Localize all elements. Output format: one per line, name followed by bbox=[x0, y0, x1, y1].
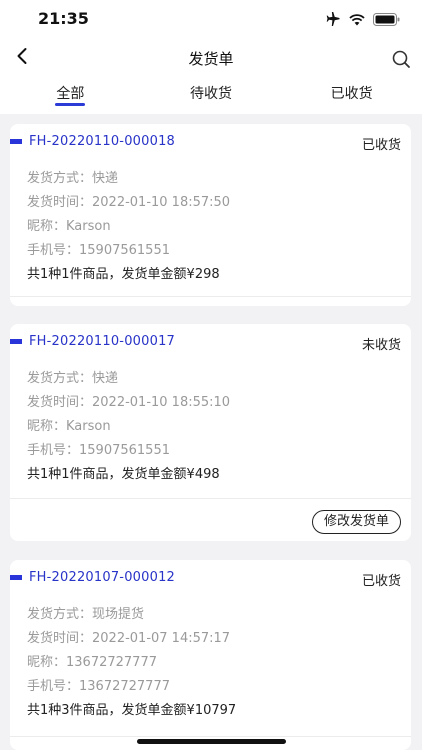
order-status: 未收货 bbox=[361, 338, 401, 353]
nickname: 昵称：Karson bbox=[27, 219, 111, 234]
shipping-method: 发货方式：现场提货 bbox=[27, 607, 145, 622]
order-flag-icon bbox=[10, 339, 22, 344]
shipping-time: 发货时间：2022-01-07 14:57:17 bbox=[27, 631, 231, 646]
card-header: FH-20220110-000017 未收货 bbox=[10, 332, 411, 356]
order-flag-icon bbox=[10, 575, 22, 580]
order-number: FH-20220107-000012 bbox=[29, 570, 176, 585]
tab-received[interactable]: 已收货 bbox=[281, 76, 422, 114]
order-summary: 共1种1件商品，发货单金额¥498 bbox=[27, 467, 220, 482]
order-card[interactable]: FH-20220107-000012 已收货 发货方式：现场提货 发货时间：20… bbox=[10, 560, 411, 750]
status-time: 21:35 bbox=[38, 9, 89, 28]
phone: 手机号：13672727777 bbox=[27, 679, 170, 694]
home-indicator bbox=[137, 739, 286, 744]
order-status: 已收货 bbox=[361, 574, 401, 589]
status-bar: 21:35 bbox=[0, 0, 422, 40]
phone: 手机号：15907561551 bbox=[27, 443, 170, 458]
search-icon bbox=[390, 50, 412, 74]
search-button[interactable] bbox=[390, 48, 412, 70]
shipping-method: 发货方式：快递 bbox=[27, 371, 119, 386]
battery-icon bbox=[373, 11, 400, 30]
airplane-icon bbox=[325, 11, 341, 30]
order-number: FH-20220110-000017 bbox=[29, 334, 176, 349]
divider bbox=[10, 296, 411, 297]
order-card[interactable]: FH-20220110-000017 未收货 发货方式：快递 发货时间：2022… bbox=[10, 324, 411, 541]
tab-pending[interactable]: 待收货 bbox=[141, 76, 282, 114]
order-number: FH-20220110-000018 bbox=[29, 134, 176, 149]
page-title: 发货单 bbox=[188, 50, 234, 68]
edit-shipment-button[interactable]: 修改发货单 bbox=[311, 510, 401, 534]
order-summary: 共1种3件商品，发货单金额¥10797 bbox=[27, 703, 237, 718]
nickname: 昵称：Karson bbox=[27, 419, 111, 434]
tab-bar: 全部 待收货 已收货 bbox=[0, 76, 422, 114]
card-header: FH-20220107-000012 已收货 bbox=[10, 568, 411, 592]
tab-all[interactable]: 全部 bbox=[0, 76, 141, 114]
card-header: FH-20220110-000018 已收货 bbox=[10, 132, 411, 156]
order-summary: 共1种1件商品，发货单金额¥298 bbox=[27, 267, 220, 282]
order-card[interactable]: FH-20220110-000018 已收货 发货方式：快递 发货时间：2022… bbox=[10, 124, 411, 306]
nav-bar: 发货单 bbox=[0, 40, 422, 76]
order-flag-icon bbox=[10, 139, 22, 144]
divider bbox=[10, 498, 411, 499]
phone: 手机号：15907561551 bbox=[27, 243, 170, 258]
shipping-method: 发货方式：快递 bbox=[27, 171, 119, 186]
nickname: 昵称：13672727777 bbox=[27, 655, 157, 670]
wifi-icon bbox=[349, 11, 365, 30]
order-status: 已收货 bbox=[361, 138, 401, 153]
shipping-time: 发货时间：2022-01-10 18:55:10 bbox=[27, 395, 231, 410]
divider bbox=[10, 736, 411, 737]
status-icons bbox=[325, 11, 400, 30]
shipping-time: 发货时间：2022-01-10 18:57:50 bbox=[27, 195, 231, 210]
